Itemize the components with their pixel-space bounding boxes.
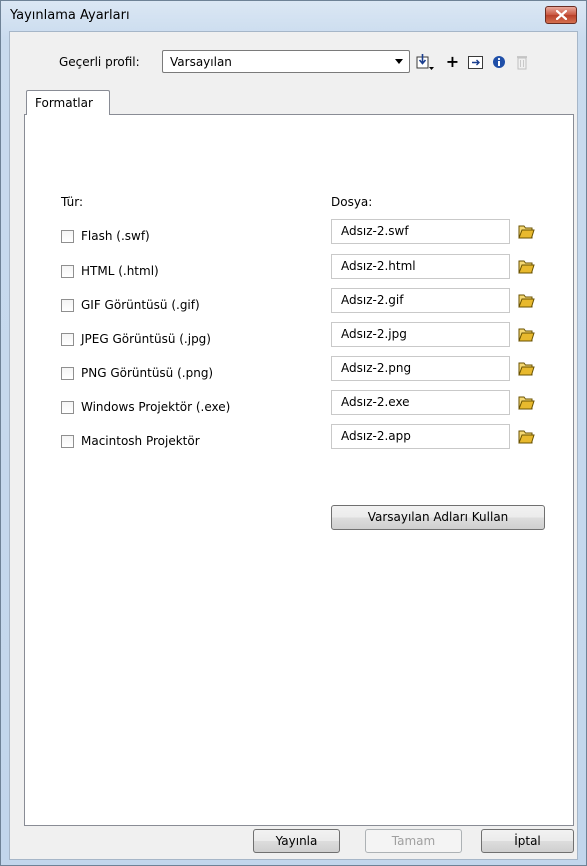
file-input-html[interactable]: Adsız-2.html	[331, 254, 510, 279]
format-label-mac-projector: Macintosh Projektör	[81, 434, 200, 448]
checkbox-html[interactable]	[61, 265, 74, 278]
delete-profile-button[interactable]	[511, 51, 532, 72]
create-profile-button[interactable]: +	[442, 51, 463, 72]
profile-label: Geçerli profil:	[59, 55, 140, 69]
close-button[interactable]	[545, 6, 577, 24]
format-label-gif: GIF Görüntüsü (.gif)	[81, 298, 200, 312]
folder-icon[interactable]	[517, 360, 535, 377]
format-label-png: PNG Görüntüsü (.png)	[81, 366, 214, 380]
folder-icon[interactable]	[517, 223, 535, 240]
type-header: Tür:	[61, 195, 84, 209]
folder-icon[interactable]	[517, 428, 535, 445]
file-input-mac-projector[interactable]: Adsız-2.app	[331, 424, 510, 449]
file-value: Adsız-2.swf	[341, 224, 409, 238]
publish-settings-window: Yayınlama Ayarları Geçerli profil: Varsa…	[0, 0, 587, 866]
checkbox-mac-projector[interactable]	[61, 435, 74, 448]
ok-button[interactable]: Tamam	[365, 829, 462, 853]
format-label-flash: Flash (.swf)	[81, 229, 150, 243]
trash-icon	[516, 55, 527, 69]
dialog-body: Geçerli profil: Varsayılan + Formatlar T…	[9, 31, 578, 860]
file-input-jpeg[interactable]: Adsız-2.jpg	[331, 322, 510, 347]
file-value: Adsız-2.jpg	[341, 327, 407, 341]
profile-selected-value: Varsayılan	[170, 55, 232, 69]
duplicate-icon	[467, 55, 483, 69]
title-bar[interactable]: Yayınlama Ayarları	[1, 1, 586, 31]
file-value: Adsız-2.png	[341, 361, 412, 375]
folder-icon[interactable]	[517, 258, 535, 275]
checkbox-flash[interactable]	[61, 230, 74, 243]
checkbox-windows-projector[interactable]	[61, 401, 74, 414]
window-title: Yayınlama Ayarları	[10, 8, 130, 23]
tab-formats-label: Formatlar	[35, 96, 93, 110]
chevron-down-icon	[395, 59, 403, 64]
checkbox-jpeg[interactable]	[61, 333, 74, 346]
folder-icon[interactable]	[517, 326, 535, 343]
cancel-button[interactable]: İptal	[481, 829, 574, 853]
folder-icon[interactable]	[517, 292, 535, 309]
file-header: Dosya:	[331, 195, 373, 209]
close-icon	[556, 10, 567, 20]
import-export-icon	[416, 53, 434, 70]
file-input-gif[interactable]: Adsız-2.gif	[331, 288, 510, 313]
use-default-names-button[interactable]: Varsayılan Adları Kullan	[331, 505, 545, 530]
folder-icon[interactable]	[517, 394, 535, 411]
checkbox-png[interactable]	[61, 367, 74, 380]
file-input-flash[interactable]: Adsız-2.swf	[331, 219, 510, 244]
info-icon	[492, 55, 505, 68]
file-value: Adsız-2.app	[341, 429, 411, 443]
profile-info-button[interactable]	[488, 51, 509, 72]
format-label-jpeg: JPEG Görüntüsü (.jpg)	[81, 332, 211, 346]
format-label-windows-projector: Windows Projektör (.exe)	[81, 400, 231, 414]
file-input-windows-projector[interactable]: Adsız-2.exe	[331, 390, 510, 415]
tab-formats[interactable]: Formatlar	[26, 90, 110, 115]
format-label-html: HTML (.html)	[81, 264, 159, 278]
formats-panel: Tür: Dosya: Flash (.swf) Adsız-2.swf HTM…	[24, 114, 574, 826]
checkbox-gif[interactable]	[61, 299, 74, 312]
file-value: Adsız-2.gif	[341, 293, 404, 307]
import-export-button[interactable]	[414, 51, 435, 72]
file-value: Adsız-2.html	[341, 259, 416, 273]
profile-dropdown[interactable]: Varsayılan	[162, 50, 410, 73]
file-value: Adsız-2.exe	[341, 395, 410, 409]
plus-icon: +	[445, 52, 460, 71]
duplicate-profile-button[interactable]	[465, 51, 486, 72]
file-input-png[interactable]: Adsız-2.png	[331, 356, 510, 381]
publish-button[interactable]: Yayınla	[253, 829, 340, 853]
